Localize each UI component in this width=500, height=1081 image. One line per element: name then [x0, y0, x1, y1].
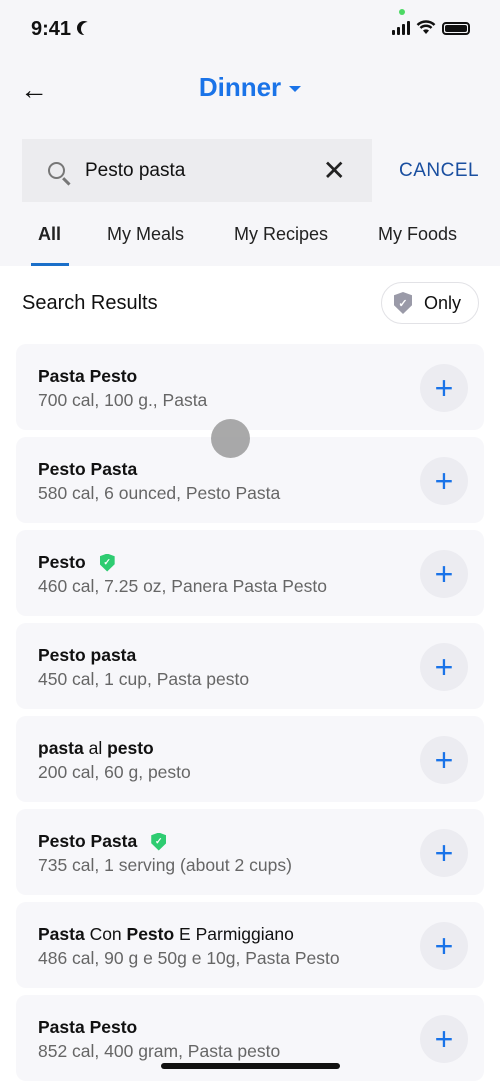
food-detail: 450 cal, 1 cup, Pasta pesto [38, 669, 250, 689]
meal-title: Dinner [198, 72, 282, 102]
title-segment: Pesto [38, 645, 86, 665]
caret-down-icon [289, 86, 302, 93]
signal-icon [392, 21, 410, 35]
food-detail: 460 cal, 7.25 oz, Panera Pasta Pesto [38, 576, 327, 596]
title-segment: Pasta [38, 1017, 85, 1037]
title-segment: al [83, 738, 108, 758]
food-item[interactable]: Pesto Pasta ✓ 735 cal, 1 serving (about 2 … [16, 809, 484, 895]
moon-icon [81, 22, 95, 36]
food-title: Pasta Pesto [38, 1017, 137, 1038]
add-food-button[interactable]: + [420, 922, 468, 970]
home-indicator [161, 1063, 340, 1069]
food-detail: 580 cal, 6 ounced, Pesto Pasta [38, 483, 281, 503]
title-segment: Pesto [38, 552, 86, 572]
food-title: Pasta Pesto [38, 366, 137, 387]
food-detail: 735 cal, 1 serving (about 2 cups) [38, 855, 292, 875]
food-detail: 486 cal, 90 g e 50g e 10g, Pasta Pesto [38, 948, 340, 968]
title-segment: E Parmiggiano [174, 924, 294, 944]
add-food-button[interactable]: + [420, 643, 468, 691]
add-food-button[interactable]: + [420, 457, 468, 505]
title-segment: Con [84, 924, 127, 944]
tab-my-foods[interactable]: My Foods [378, 224, 457, 245]
tab-my-meals[interactable]: My Meals [107, 224, 184, 245]
add-food-button[interactable]: + [420, 736, 468, 784]
title-segment: pasta [90, 645, 137, 665]
filter-label: Only [424, 292, 462, 313]
food-title: Pesto Pasta [38, 459, 137, 480]
title-segment: Pasta [90, 831, 138, 851]
verified-shield-icon: ✓ [151, 832, 167, 851]
food-title: Pesto Pasta ✓ [38, 831, 178, 852]
add-food-button[interactable]: + [420, 829, 468, 877]
verified-only-filter[interactable]: ✓ Only [381, 282, 479, 324]
search-icon [48, 162, 65, 179]
add-food-button[interactable]: + [420, 550, 468, 598]
status-time: 9:41 [31, 18, 95, 41]
tab-my-recipes[interactable]: My Recipes [234, 224, 328, 245]
cancel-button[interactable]: CANCEL [399, 160, 479, 182]
time: 9:41 [31, 18, 72, 40]
section-heading: Search Results [22, 292, 158, 314]
wifi-icon [416, 20, 436, 34]
add-food-button[interactable]: + [420, 364, 468, 412]
add-food-button[interactable]: + [420, 1015, 468, 1063]
food-title: Pesto ✓ [38, 552, 127, 573]
meal-selector[interactable]: Dinner [0, 72, 500, 103]
title-segment: Pesto [89, 1017, 138, 1037]
title-segment: Pasta [38, 924, 85, 944]
food-item[interactable]: Pesto pasta 450 cal, 1 cup, Pasta pesto + [16, 623, 484, 709]
food-title: Pasta Con Pesto E Parmiggiano [38, 924, 294, 945]
search-input[interactable]: Pesto pasta ✕ [22, 139, 372, 202]
verified-shield-icon: ✓ [99, 553, 115, 572]
title-segment: Pesto [89, 366, 138, 386]
food-item[interactable]: Pesto ✓ 460 cal, 7.25 oz, Panera Pasta Pes… [16, 530, 484, 616]
touch-indicator [211, 419, 250, 458]
search-value[interactable]: Pesto pasta [85, 160, 323, 182]
food-item[interactable]: Pasta Pesto 700 cal, 100 g., Pasta + [16, 344, 484, 430]
shield-check-icon: ✓ [394, 292, 412, 314]
title-segment: pasta [38, 738, 84, 758]
active-tab-indicator [31, 263, 69, 266]
title-segment: Pasta [90, 459, 138, 479]
title-segment: pesto [107, 738, 154, 758]
food-item[interactable]: Pesto Pasta 580 cal, 6 ounced, Pesto Past… [16, 437, 484, 523]
food-title: pasta al pesto [38, 738, 154, 759]
title-segment: Pesto [126, 924, 175, 944]
food-item[interactable]: Pasta Con Pesto E Parmiggiano 486 cal, 90… [16, 902, 484, 988]
title-segment: Pasta [38, 366, 85, 386]
mic-indicator-icon [399, 9, 405, 15]
title-segment: Pesto [38, 459, 86, 479]
tab-all[interactable]: All [38, 224, 61, 245]
title-segment: Pesto [38, 831, 86, 851]
clear-icon[interactable]: ✕ [323, 154, 346, 187]
food-detail: 200 cal, 60 g, pesto [38, 762, 191, 782]
food-detail: 700 cal, 100 g., Pasta [38, 390, 208, 410]
food-item[interactable]: pasta al pesto 200 cal, 60 g, pesto + [16, 716, 484, 802]
food-detail: 852 cal, 400 gram, Pasta pesto [38, 1041, 281, 1061]
battery-icon [442, 22, 470, 35]
status-icons [392, 20, 470, 35]
food-title: Pesto pasta [38, 645, 136, 666]
